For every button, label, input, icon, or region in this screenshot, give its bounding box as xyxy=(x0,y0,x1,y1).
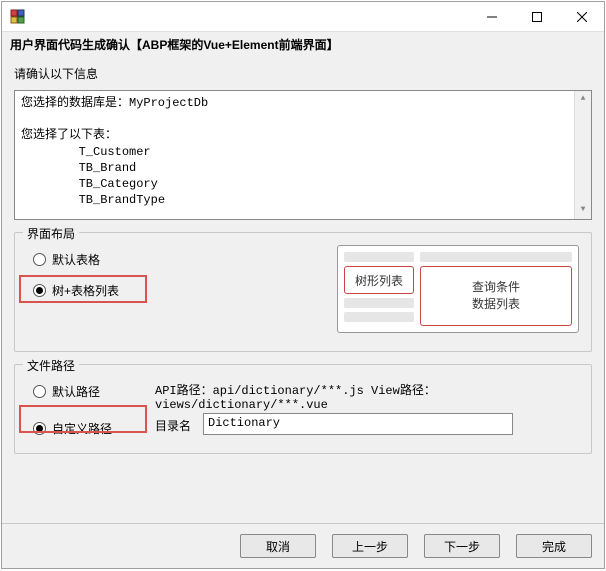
titlebar xyxy=(2,2,604,32)
layout-group-title: 界面布局 xyxy=(23,225,79,242)
dir-name-label: 目录名 xyxy=(155,417,191,434)
radio-icon xyxy=(33,422,46,435)
maximize-button[interactable] xyxy=(514,2,559,32)
info-text: 您选择的数据库是：MyProjectDb 您选择了以下表： T_Customer… xyxy=(21,96,208,220)
preview-bar xyxy=(344,252,414,262)
dialog-window: 用户界面代码生成确认【ABP框架的Vue+Element前端界面】 请确认以下信… xyxy=(1,1,605,569)
window-title: 用户界面代码生成确认【ABP框架的Vue+Element前端界面】 xyxy=(2,32,604,55)
preview-bar xyxy=(420,252,572,262)
radio-label: 默认路径 xyxy=(52,383,100,400)
button-bar: 取消 上一步 下一步 完成 xyxy=(2,523,604,568)
info-textarea[interactable]: 您选择的数据库是：MyProjectDb 您选择了以下表： T_Customer… xyxy=(14,90,592,220)
scroll-down-icon[interactable]: ▼ xyxy=(575,202,591,219)
next-button[interactable]: 下一步 xyxy=(424,534,500,558)
layout-preview: 树形列表 查询条件 数据列表 xyxy=(337,245,579,333)
content-area: 请确认以下信息 您选择的数据库是：MyProjectDb 您选择了以下表： T_… xyxy=(2,55,604,523)
api-view-paths: API路径：api/dictionary/***.js View路径：views… xyxy=(155,381,591,412)
radio-icon xyxy=(33,385,46,398)
radio-label: 默认表格 xyxy=(52,251,100,268)
scrollbar[interactable]: ▲ ▼ xyxy=(574,91,591,219)
close-button[interactable] xyxy=(559,2,604,32)
scroll-up-icon[interactable]: ▲ xyxy=(575,91,591,108)
path-group: 文件路径 默认路径 自定义路径 API路径：api/dictionary/***… xyxy=(14,364,592,454)
preview-tree-label: 树形列表 xyxy=(344,266,414,294)
preview-data-label: 数据列表 xyxy=(472,296,520,313)
cancel-button[interactable]: 取消 xyxy=(240,534,316,558)
preview-query-label: 查询条件 xyxy=(472,279,520,296)
radio-label: 自定义路径 xyxy=(52,420,112,437)
path-group-title: 文件路径 xyxy=(23,357,79,374)
preview-bar xyxy=(344,298,414,308)
minimize-button[interactable] xyxy=(469,2,514,32)
app-icon xyxy=(10,9,26,25)
radio-icon xyxy=(33,284,46,297)
dir-name-input[interactable]: Dictionary xyxy=(203,413,513,435)
finish-button[interactable]: 完成 xyxy=(516,534,592,558)
radio-label: 树+表格列表 xyxy=(52,282,119,299)
confirm-label: 请确认以下信息 xyxy=(14,65,592,82)
layout-group: 界面布局 默认表格 树+表格列表 树形列表 xyxy=(14,232,592,352)
radio-icon xyxy=(33,253,46,266)
dir-name-value: Dictionary xyxy=(208,416,280,430)
preview-bar xyxy=(344,312,414,322)
preview-right-box: 查询条件 数据列表 xyxy=(420,266,572,326)
prev-button[interactable]: 上一步 xyxy=(332,534,408,558)
